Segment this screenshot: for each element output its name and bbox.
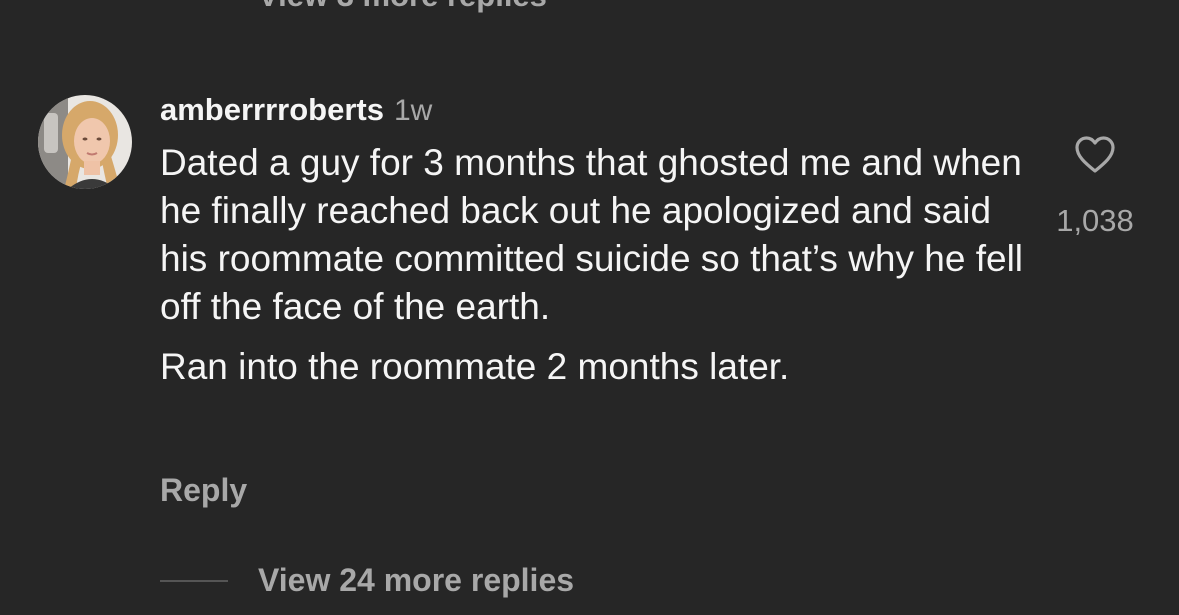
profile-photo-icon bbox=[38, 95, 132, 189]
comment-text: Dated a guy for 3 months that ghosted me… bbox=[160, 142, 1024, 327]
reply-button[interactable]: Reply bbox=[160, 472, 247, 509]
like-count: 1,038 bbox=[1056, 203, 1134, 238]
view-more-replies-label: View 24 more replies bbox=[258, 562, 575, 598]
avatar[interactable] bbox=[38, 95, 132, 189]
view-more-replies-link[interactable]: View 24 more replies bbox=[160, 562, 574, 599]
heart-outline-icon[interactable] bbox=[1073, 133, 1117, 177]
like-section: 1,038 bbox=[1052, 133, 1138, 239]
replies-divider bbox=[160, 579, 228, 582]
comment: amberrrroberts 1w Dated a guy for 3 mont… bbox=[160, 92, 1030, 391]
comment-header: amberrrroberts 1w bbox=[160, 92, 1030, 132]
comment-text-followup: Ran into the roommate 2 months later. bbox=[160, 346, 790, 387]
username[interactable]: amberrrroberts bbox=[160, 92, 384, 128]
view-previous-replies-link[interactable]: View 3 more replies bbox=[258, 0, 547, 14]
timestamp: 1w bbox=[393, 94, 433, 127]
